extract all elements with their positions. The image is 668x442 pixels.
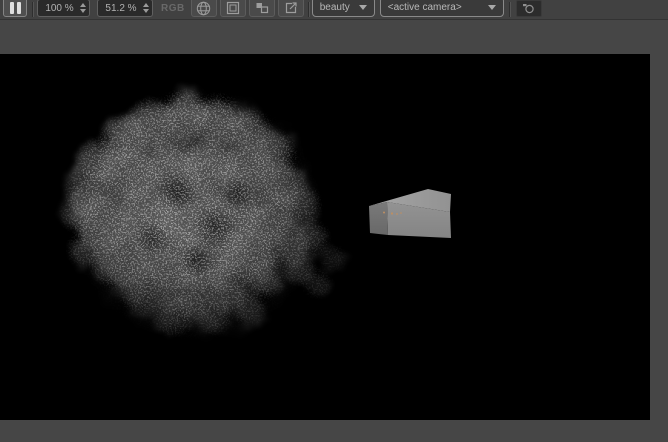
stepper-icon[interactable] [80,3,86,13]
zoom-level-field[interactable]: 51.2 % [97,0,153,17]
globe-icon [197,1,211,15]
camera-select-dropdown[interactable]: <active camera> [379,0,504,17]
globe-wireframe-button[interactable] [190,0,217,17]
pause-button[interactable] [3,0,27,17]
camera-select-value: <active camera> [387,1,462,13]
single-image-button[interactable] [219,0,246,17]
render-viewer-window: 100 % 51.2 % RGB beauty <active camera> [0,0,668,442]
export-image-button[interactable] [277,0,304,17]
toolbar: 100 % 51.2 % RGB beauty <active camera> [0,0,668,20]
chevron-down-icon [487,4,496,10]
render-pass-value: beauty [319,1,350,13]
stepper-icon[interactable] [143,3,149,13]
viewport-frame [0,20,668,442]
toolbar-separator [508,2,510,17]
render-progress-value: 100 % [45,2,74,14]
snapshot-button[interactable] [515,0,542,17]
render-pass-dropdown[interactable]: beauty [311,0,375,17]
toolbar-separator [32,2,33,17]
toolbar-separator [307,2,309,17]
frame-icon [226,1,239,15]
render-progress-field[interactable]: 100 % [37,0,90,17]
zoom-level-value: 51.2 % [105,2,137,14]
chevron-down-icon [358,4,367,10]
export-icon [285,2,297,14]
render-canvas[interactable] [0,54,650,420]
box-side-face [369,202,388,235]
compare-icon [256,3,268,14]
compare-images-button[interactable] [248,0,275,17]
camera-icon [522,3,534,13]
pause-icon [9,1,14,14]
rgb-channel-label[interactable]: RGB [155,0,191,16]
